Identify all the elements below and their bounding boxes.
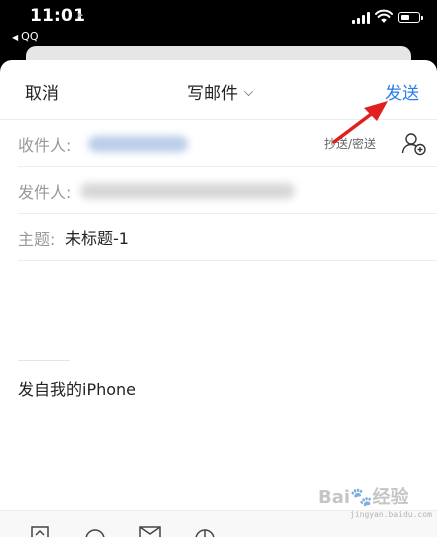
compose-sheet: 取消 写邮件 发送 收件人: 抄送/密送 发件人: 主题: 未标题-1 发自我的… [0,60,437,537]
cc-bcc-button[interactable]: 抄送/密送 [324,135,376,152]
status-bar: 11:01 ➤ ◀ QQ [0,0,437,46]
signature-text[interactable]: 发自我的iPhone [18,376,136,400]
recipient-chip-blurred[interactable] [88,136,188,152]
compose-title: 写邮件 [187,84,238,104]
sender-address-blurred [80,183,295,199]
subject-field-row[interactable]: 主题: 未标题-1 [18,214,437,261]
back-app-label: QQ [21,30,39,43]
subject-input[interactable]: 未标题-1 [65,225,129,249]
mail-icon[interactable] [138,525,162,537]
subject-label: 主题: [18,230,56,249]
signal-icon [352,12,372,24]
chevron-down-icon [244,87,253,96]
to-field-row[interactable]: 收件人: 抄送/密送 [18,120,437,167]
back-to-app-link[interactable]: ◀ QQ [12,30,38,43]
attachment-icon[interactable] [29,525,51,537]
compose-title-dropdown[interactable]: 写邮件 [187,79,253,104]
from-field-row[interactable]: 发件人: [18,167,437,214]
to-label: 收件人: [18,136,72,155]
cancel-button[interactable]: 取消 [25,79,59,104]
battery-icon [398,12,423,23]
location-arrow-icon: ➤ [76,11,84,21]
back-triangle-icon: ◀ [12,33,19,42]
emoji-icon[interactable] [84,525,106,537]
from-label: 发件人: [18,183,72,202]
watermark-logo: Bai🐾经验 [318,487,409,508]
watermark-url: jingyan.baidu.com [350,510,432,519]
compose-nav-bar: 取消 写邮件 发送 [0,60,437,120]
signature-divider [18,360,70,361]
wifi-icon [375,9,393,23]
clock-icon[interactable] [194,525,216,537]
send-button[interactable]: 发送 [385,79,419,104]
add-contact-icon[interactable] [401,132,427,156]
